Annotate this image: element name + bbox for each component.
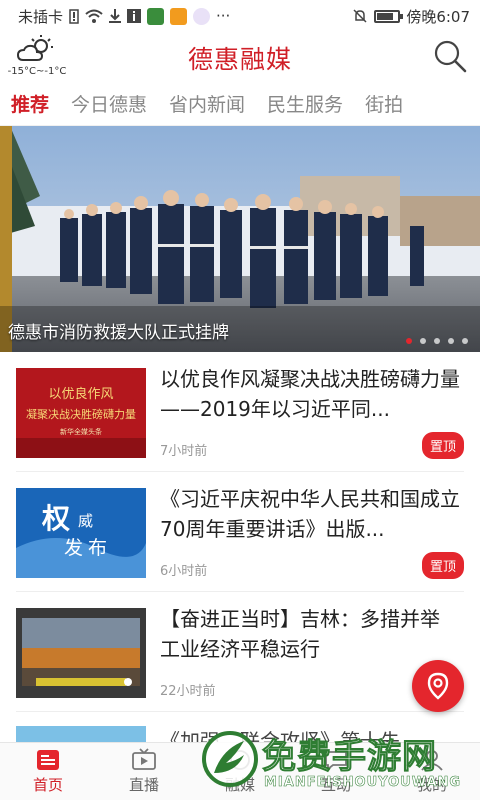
clock-text: 傍晚6:07 [406,7,470,26]
category-tabs: 推荐 今日德惠 省内新闻 民生服务 街拍 [0,82,480,126]
nav-label: 首页 [32,776,63,794]
nav-live[interactable]: 直播 [96,743,192,800]
nav-home[interactable]: 首页 [0,743,96,800]
news-title: 以优良作风凝聚决战决胜磅礴力量——2019年以习近平同... [160,367,460,421]
tab-livelihood[interactable]: 民生服务 [256,90,354,117]
thumb-text: 布 [88,537,107,559]
news-item[interactable]: 【奋进正当时】吉林：多措并举 工业经济平稳运行 22小时前 [16,592,464,712]
status-bar: 未插卡 ··· 傍晚6:07 [0,0,480,32]
news-title: 《习近平庆祝中华人民共和国成立70周年重要讲话》出版... [160,487,460,541]
thumb-text: 发 [64,537,83,559]
news-thumbnail: 以优良作风 凝聚决战决胜磅礴力量 新华全媒头条 [16,368,146,458]
tab-recommend[interactable]: 推荐 [0,90,60,117]
watermark-text: 免费手游网 [262,737,437,778]
banner-caption: 德惠市消防救援大队正式挂牌 [8,323,229,343]
watermark-subtext: MIANFEISHOUYOUWANG [264,775,462,791]
news-time: 6小时前 [160,564,208,579]
watermark-logo [202,731,258,787]
news-time: 7小时前 [160,444,208,459]
tab-province-news[interactable]: 省内新闻 [158,90,256,117]
app-notification-icon [147,7,165,25]
carousel-indicator [406,338,468,344]
site-watermark: 免费手游网 MIANFEISHOUYOUWANG [200,725,480,800]
thumb-text: 权 [41,502,70,535]
carousel-dot[interactable] [406,338,412,344]
news-time: 22小时前 [160,684,216,699]
thumb-text: 威 [78,512,93,530]
app-title: 德惠融媒 [187,45,292,74]
mute-bell-icon [352,8,368,24]
video-app-icon [170,7,188,25]
nav-label: 直播 [128,776,159,794]
pinned-badge: 置顶 [421,432,464,459]
news-list: 以优良作风 凝聚决战决胜磅礴力量 新华全媒头条 以优良作风凝聚决战决胜磅礴力量—… [0,352,480,752]
news-thumbnail [16,608,146,698]
news-title: 【奋进正当时】吉林：多措并举 工业经济平稳运行 [160,607,440,661]
search-icon [434,40,467,73]
thumb-text: 以优良作风 [48,386,113,402]
live-tv-icon [132,748,156,770]
carousel-dot[interactable] [448,338,454,344]
more-notifications: ··· [216,7,231,25]
battery-icon [374,9,404,23]
sim-status-text: 未插卡 [18,7,64,26]
alert-icon [69,8,79,24]
search-button[interactable] [432,38,468,74]
app-header: -15°C~-1°C 德惠融媒 [0,32,480,82]
info-icon [127,9,142,23]
thumb-text: 凝聚决战决胜磅礴力量 [26,407,136,421]
thumb-text: 新华全媒头条 [60,427,102,436]
news-item[interactable]: 权 威 发 布 《习近平庆祝中华人民共和国成立70周年重要讲话》出版... 6小… [16,472,464,592]
carousel-dot[interactable] [462,338,468,344]
home-news-icon [37,750,59,770]
app-notification-icon-2 [193,7,211,25]
tab-today-dehui[interactable]: 今日德惠 [60,90,158,117]
tab-street-photo[interactable]: 街拍 [354,90,414,117]
location-button[interactable] [412,660,464,712]
pinned-badge: 置顶 [421,552,464,579]
news-thumbnail: 权 威 发 布 [16,488,146,578]
wifi-icon [85,9,103,23]
carousel-dot[interactable] [420,338,426,344]
news-item[interactable]: 以优良作风 凝聚决战决胜磅礴力量 新华全媒头条 以优良作风凝聚决战决胜磅礴力量—… [16,352,464,472]
banner-carousel[interactable]: 德惠市消防救援大队正式挂牌 [0,126,480,352]
location-pin-icon [427,672,449,700]
carousel-dot[interactable] [434,338,440,344]
download-icon [109,9,122,23]
